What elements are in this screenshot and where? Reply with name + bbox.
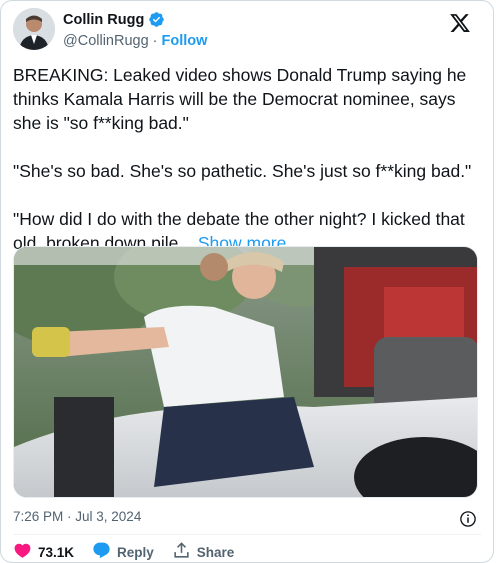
reply-label: Reply — [117, 544, 154, 560]
tweet-card: Collin Rugg @CollinRugg · Follow BREAKIN… — [0, 0, 494, 563]
tweet-meta: 7:26 PM · Jul 3, 2024 — [13, 509, 481, 529]
reply-button[interactable]: Reply — [92, 541, 154, 563]
reply-icon — [92, 541, 111, 563]
separator-dot: · — [152, 33, 158, 49]
share-icon — [172, 541, 191, 563]
author-handle[interactable]: @CollinRugg — [63, 33, 149, 49]
tweet-text: BREAKING: Leaked video shows Donald Trum… — [13, 63, 483, 255]
tweet-paragraph: "She's so bad. She's so pathetic. She's … — [13, 161, 472, 181]
video-thumbnail[interactable] — [13, 246, 478, 498]
author-name[interactable]: Collin Rugg — [63, 12, 144, 28]
info-icon[interactable] — [459, 510, 477, 528]
author-info: Collin Rugg @CollinRugg · Follow — [63, 10, 208, 50]
avatar[interactable] — [13, 8, 55, 50]
heart-icon — [13, 541, 32, 563]
share-button[interactable]: Share — [172, 541, 235, 563]
share-label: Share — [196, 544, 235, 560]
like-button[interactable]: 73.1K — [13, 541, 74, 563]
verified-badge-icon — [148, 11, 165, 28]
like-count: 73.1K — [38, 544, 75, 560]
follow-button[interactable]: Follow — [162, 33, 208, 49]
tweet-actions: 73.1K Reply Share — [13, 542, 234, 562]
divider — [13, 534, 481, 535]
timestamp[interactable]: 7:26 PM · Jul 3, 2024 — [13, 509, 141, 524]
tweet-paragraph: BREAKING: Leaked video shows Donald Trum… — [13, 65, 467, 133]
x-logo-icon[interactable] — [449, 12, 471, 34]
tweet-header: Collin Rugg @CollinRugg · Follow — [13, 8, 481, 56]
